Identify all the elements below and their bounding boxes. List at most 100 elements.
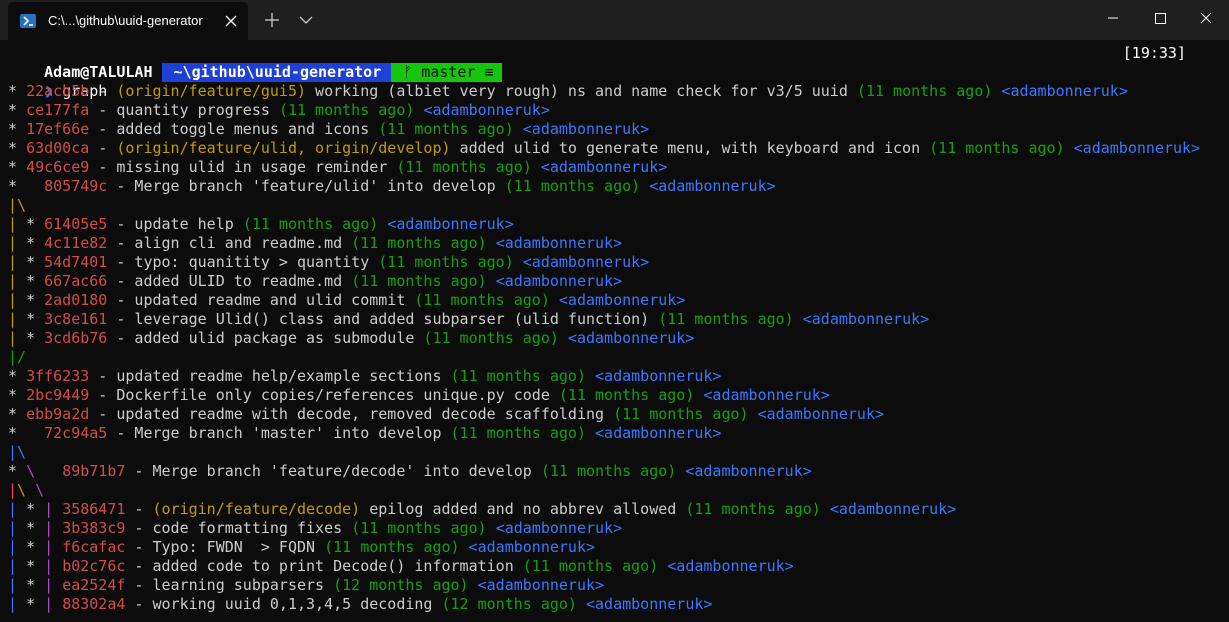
graph-line: \ [35,481,45,499]
commit-date: (11 months ago) [423,329,559,347]
commit-message: - added ulid package as submodule [107,329,424,347]
commit-message: - Merge branch 'feature/decode' into dev… [125,462,541,480]
graph-line: | [8,272,27,290]
graph-line: | [8,557,27,575]
command-line: ❯ graph [8,63,107,100]
commit-message: - align cli and readme.md [107,234,352,252]
commit-message: - learning subparsers [125,576,334,594]
log-line: |\ [8,196,26,215]
powershell-icon [20,14,36,28]
graph-line: | [44,538,63,556]
commit-author: <adambonneruk> [477,576,605,594]
commit-author: <adambonneruk> [495,234,623,252]
commit-message [378,215,387,233]
terminal-tab[interactable]: C:\...\github\uuid-generator [8,2,248,40]
log-line: * 2bc9449 - Dockerfile only copies/refer… [8,386,830,405]
commit-message: - [89,139,117,157]
graph-line: \ [17,481,36,499]
graph-line: * [26,215,45,233]
prompt-git-segment: ᚠ master ≡ [391,63,502,82]
commit-hash: ebb9a2d [26,405,90,423]
chevron-down-icon[interactable] [296,10,316,30]
commit-date: (11 months ago) [658,310,794,328]
graph-line: * [26,500,45,518]
log-line: | * 4c11e82 - align cli and readme.md (1… [8,234,622,253]
commit-refs: (origin/feature/decode) [152,500,361,518]
graph-line: | [44,576,63,594]
plus-icon[interactable] [262,10,282,30]
graph-line: * [8,386,27,404]
commit-message: - Dockerfile only copies/references uniq… [89,386,559,404]
commit-message: - added ULID to readme.md [107,272,352,290]
commit-hash: 89b71b7 [62,462,126,480]
commit-author: <adambonneruk> [495,272,623,290]
commit-message: - Merge branch 'feature/ulid' into devel… [107,177,505,195]
log-line: * ebb9a2d - updated readme with decode, … [8,405,884,424]
graph-line: | [8,234,27,252]
graph-line: | [8,253,27,271]
branch-status: ≡ [484,63,494,81]
commit-message [794,310,803,328]
commit-author: <adambonneruk> [468,538,596,556]
commit-author: <adambonneruk> [685,462,812,480]
graph-line: * [26,329,45,347]
commit-message: - code formatting fixes [125,519,352,537]
commit-message: - update help [107,215,243,233]
graph-line: | [8,329,27,347]
commit-date: (11 months ago) [324,538,460,556]
commit-hash: 3c8e161 [44,310,108,328]
commit-message: - updated readme help/example sections [89,367,451,385]
close-window-icon[interactable] [1183,0,1229,38]
log-line: | * 3cd6b76 - added ulid package as subm… [8,329,694,348]
commit-message: - typo: quanitity > quantity [107,253,379,271]
commit-date: (11 months ago) [522,557,659,575]
commit-author: <adambonneruk> [558,291,686,309]
commit-message [460,538,469,556]
graph-line: \ [26,462,63,480]
graph-line: * [26,538,45,556]
close-icon[interactable] [222,12,240,30]
commit-message [749,405,758,423]
commit-message [469,576,478,594]
commit-author: <adambonneruk> [703,386,830,404]
commit-message: added ulid to generate menu, with keyboa… [450,139,930,157]
commit-date: (11 months ago) [242,215,379,233]
minimize-icon[interactable] [1090,0,1136,38]
commit-hash: 54d7401 [44,253,108,271]
log-line: | * 3c8e161 - leverage Ulid() class and … [8,310,929,329]
graph-line: * [26,310,45,328]
graph-line: * [8,367,27,385]
graph-line: |\ [8,196,27,214]
commit-message [487,272,496,290]
commit-message [676,462,685,480]
commit-hash: ea2524f [62,576,126,594]
log-line: |\ \ [8,481,44,500]
commit-author: <adambonneruk> [423,101,550,119]
commit-message: - leverage Ulid() class and added subpar… [107,310,659,328]
graph-line: |/ [8,348,27,366]
scrollbar[interactable] [1222,44,1226,622]
commit-date: (11 months ago) [351,272,487,290]
commit-date: (11 months ago) [613,405,749,423]
log-line: * 805749c - Merge branch 'feature/ulid' … [8,177,776,196]
graph-line: * [8,101,27,119]
terminal-output[interactable]: Adam@TALULAH ~\github\uuid-generator ᚠ ma… [8,44,1218,622]
log-line: | * | 3b383c9 - code formatting fixes (1… [8,519,622,538]
commit-author: <adambonneruk> [1001,82,1128,100]
commit-date: (11 months ago) [414,291,550,309]
commit-message [487,519,496,537]
commit-message: - Typo: FWDN > FQDN [125,538,325,556]
log-line: | * | 88302a4 - working uuid 0,1,3,4,5 d… [8,595,712,614]
graph-line: * [8,139,27,157]
commit-hash: 3586471 [62,500,126,518]
commit-author: <adambonneruk> [649,177,776,195]
commit-hash: 4c11e82 [44,234,108,252]
commit-author: <adambonneruk> [495,519,623,537]
graph-line: * [8,120,27,138]
commit-date: (11 months ago) [558,386,695,404]
maximize-icon[interactable] [1137,0,1183,38]
commit-message [514,253,523,271]
commit-message [514,120,523,138]
log-line: | * | f6cafac - Typo: FWDN > FQDN (11 mo… [8,538,595,557]
commit-author: <adambonneruk> [595,367,722,385]
